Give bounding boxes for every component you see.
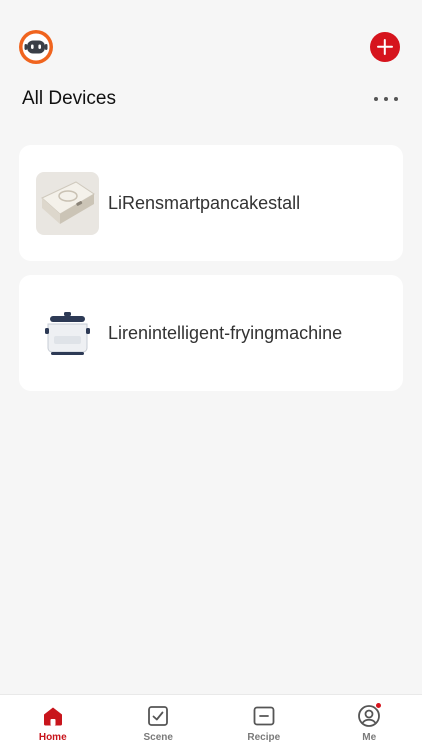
device-card-frying-machine[interactable]: Lirenintelligent-fryingmachine: [19, 275, 403, 391]
home-icon: [43, 707, 62, 726]
device-name: LiRensmartpancakestall: [108, 193, 301, 213]
tab-label: Recipe: [247, 732, 281, 743]
bottom-tab-bar: Home Scene Recipe Me: [0, 694, 422, 750]
recipe-icon: [253, 706, 275, 726]
page-title: All Devices: [22, 88, 116, 109]
tab-recipe[interactable]: Recipe: [211, 695, 317, 750]
tab-me[interactable]: Me: [317, 695, 422, 750]
frying-machine-image: [36, 302, 99, 365]
tab-home[interactable]: Home: [0, 695, 106, 750]
device-name: Lirenintelligent-fryingmachine: [108, 323, 343, 343]
tab-label: Me: [362, 732, 377, 743]
robot-logo-icon[interactable]: [18, 29, 54, 65]
pancake-maker-image: [36, 172, 99, 235]
add-device-button[interactable]: [370, 32, 400, 62]
app-screen: All Devices LiRensmartpancakestall Liren…: [0, 0, 422, 750]
more-options-button[interactable]: [374, 92, 398, 106]
tab-scene[interactable]: Scene: [106, 695, 212, 750]
tab-label: Scene: [143, 732, 173, 743]
scene-check-icon: [148, 706, 169, 726]
device-card-pancake-stall[interactable]: LiRensmartpancakestall: [19, 145, 403, 261]
tab-label: Home: [38, 732, 67, 743]
more-dots-icon: [374, 97, 378, 101]
